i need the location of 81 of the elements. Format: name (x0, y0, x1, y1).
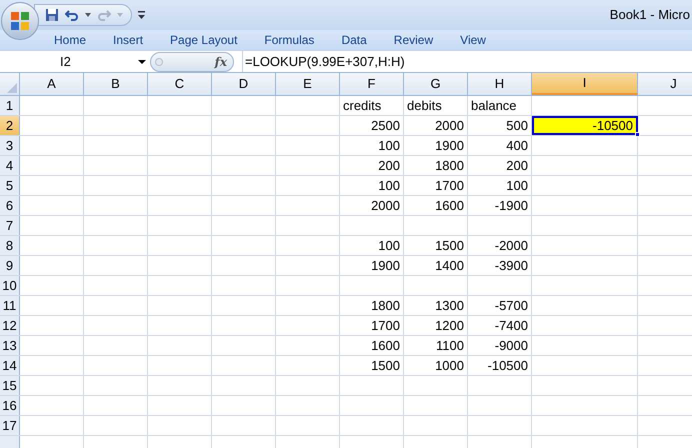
row-header[interactable]: 2 (0, 116, 20, 135)
table-cell: 1500 (340, 356, 404, 375)
ribbon-tab[interactable]: Formulas (264, 34, 314, 46)
table-cell: -2000 (468, 236, 532, 255)
row-header[interactable]: 12 (0, 316, 20, 335)
table-cell: 1700 (340, 316, 404, 335)
table-cell: 1200 (404, 316, 468, 335)
row-header[interactable]: 11 (0, 296, 20, 315)
ribbon-tab[interactable]: Page Layout (170, 34, 238, 46)
ribbon-tab[interactable]: View (460, 34, 486, 46)
ribbon-tab[interactable]: Review (394, 34, 434, 46)
table-cell: 1600 (340, 336, 404, 355)
fill-handle[interactable] (635, 132, 640, 137)
ribbon-tab[interactable]: Insert (113, 34, 144, 46)
table-cell: 1800 (404, 156, 468, 175)
table-cell: 2000 (404, 116, 468, 135)
row-header[interactable]: 15 (0, 376, 20, 395)
table-cell: debits (404, 96, 468, 115)
table-cell: 1300 (404, 296, 468, 315)
table-cell: -3900 (468, 256, 532, 275)
table-cell: -10500 (468, 356, 532, 375)
table-cell: 1600 (404, 196, 468, 215)
column-header[interactable]: A (20, 73, 84, 95)
table-cell: balance (468, 96, 532, 115)
column-header[interactable]: B (84, 73, 148, 95)
table-cell: 2000 (340, 196, 404, 215)
triangle-icon (7, 83, 17, 93)
ribbon-tab[interactable]: Home (54, 34, 86, 46)
window-title: Book1 - Micro (610, 6, 691, 24)
table-cell: 200 (340, 156, 404, 175)
row-header[interactable]: 8 (0, 236, 20, 255)
column-header[interactable]: F (340, 73, 404, 95)
table-cell: -5700 (468, 296, 532, 315)
undo-icon[interactable] (65, 8, 79, 22)
column-header[interactable]: G (404, 73, 468, 95)
row-header[interactable]: 14 (0, 356, 20, 375)
row-header[interactable]: 16 (0, 396, 20, 415)
table-cell: -1900 (468, 196, 532, 215)
table-cell: 100 (340, 136, 404, 155)
row-header[interactable]: 3 (0, 136, 20, 155)
column-header[interactable]: J (638, 73, 692, 95)
row-header[interactable]: 5 (0, 176, 20, 195)
table-cell: 1800 (340, 296, 404, 315)
row-header[interactable]: 10 (0, 276, 20, 295)
table-cell: 1100 (404, 336, 468, 355)
table-cell: 1900 (404, 136, 468, 155)
table-cell: 1500 (404, 236, 468, 255)
column-header[interactable]: C (148, 73, 212, 95)
table-cell: 100 (340, 176, 404, 195)
row-header[interactable]: 13 (0, 336, 20, 355)
row-header[interactable]: 4 (0, 156, 20, 175)
office-logo-icon (9, 10, 31, 32)
table-cell: 400 (468, 136, 532, 155)
dropdown-arrow-icon (138, 60, 146, 64)
table-cell: 1400 (404, 256, 468, 275)
row-header[interactable]: 1 (0, 96, 20, 115)
column-header[interactable]: E (276, 73, 340, 95)
table-cell: 1900 (340, 256, 404, 275)
column-header[interactable]: I (532, 73, 638, 95)
table-cell: -7400 (468, 316, 532, 335)
table-cell: -9000 (468, 336, 532, 355)
table-cell: 1700 (404, 176, 468, 195)
caret-icon[interactable] (85, 13, 91, 17)
column-header[interactable]: D (212, 73, 276, 95)
row-header[interactable]: 6 (0, 196, 20, 215)
row-header[interactable]: 17 (0, 416, 20, 435)
table-cell: credits (340, 96, 404, 115)
insert-function-button[interactable]: fx (214, 52, 227, 70)
table-cell: 1000 (404, 356, 468, 375)
formula-field[interactable]: =LOOKUP(9.99E+307,H:H) (242, 51, 405, 72)
name-box[interactable]: I2 (0, 51, 150, 72)
table-cell: 200 (468, 156, 532, 175)
table-cell: 2500 (340, 116, 404, 135)
customize-caret-icon[interactable] (138, 10, 145, 20)
table-cell: -10500 (532, 116, 638, 135)
ribbon-tab[interactable]: Data (341, 34, 367, 46)
row-header[interactable]: 7 (0, 216, 20, 235)
table-cell: 100 (340, 236, 404, 255)
row-header[interactable]: 9 (0, 256, 20, 275)
table-cell: 100 (468, 176, 532, 195)
save-icon[interactable] (45, 8, 59, 22)
